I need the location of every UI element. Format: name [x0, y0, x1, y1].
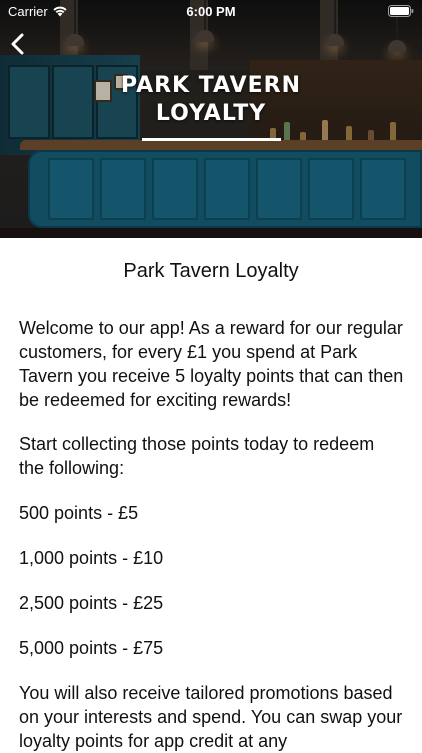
chevron-left-icon: [11, 33, 24, 55]
page-title: Park Tavern Loyalty: [123, 260, 299, 282]
reward-tier-4: 5,000 points - £75: [19, 638, 164, 658]
collect-paragraph: Start collecting those points today to r…: [19, 434, 375, 478]
intro-paragraph: Welcome to our app! As a reward for our …: [19, 318, 404, 410]
battery-icon: [388, 5, 414, 20]
hero-title-line1: PARK TAVERN: [120, 73, 302, 98]
hero-image: PARK TAVERN LOYALTY: [0, 0, 422, 238]
hero-title-line2: LOYALTY: [155, 101, 267, 126]
status-bar: Carrier 6:00 PM: [0, 0, 422, 22]
status-time: 6:00 PM: [186, 4, 236, 19]
reward-tier-2: 1,000 points - £10: [19, 548, 164, 568]
back-button[interactable]: [6, 30, 32, 58]
reward-tier-3: 2,500 points - £25: [19, 593, 164, 613]
promotions-paragraph: You will also receive tailored promotion…: [19, 683, 403, 751]
reward-tier-1: 500 points - £5: [19, 503, 139, 523]
hero-title-underline: [142, 138, 281, 141]
hero-title: PARK TAVERN LOYALTY: [0, 72, 422, 128]
